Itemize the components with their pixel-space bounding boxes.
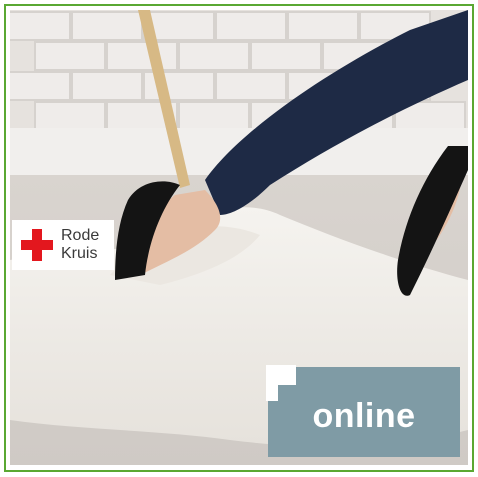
logo-line-2: Kruis <box>61 245 98 262</box>
badge-corner-mark-vertical <box>266 365 278 401</box>
logo-wordmark: Rode Kruis <box>61 227 99 263</box>
online-badge-label: online <box>312 396 416 435</box>
logo-line-1: Rode <box>61 227 100 244</box>
red-cross-icon <box>21 229 53 261</box>
red-cross-logo: Rode Kruis <box>12 220 114 270</box>
online-badge: online <box>268 367 460 457</box>
